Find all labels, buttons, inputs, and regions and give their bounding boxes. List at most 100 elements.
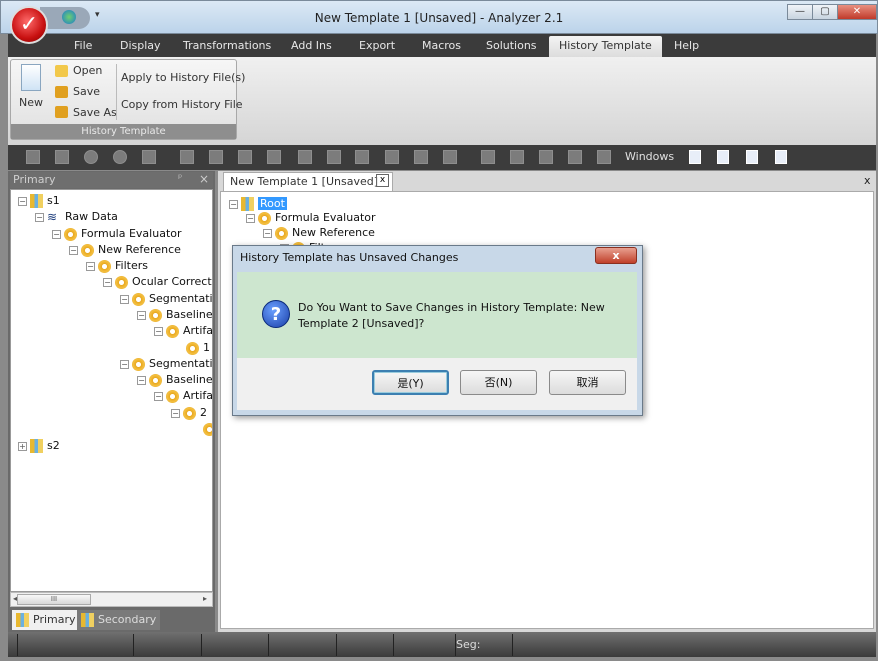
menu-file[interactable]: File: [74, 39, 92, 52]
pin-icon[interactable]: ᵖ: [178, 173, 182, 184]
menu-add-ins[interactable]: Add Ins: [291, 39, 332, 52]
tab-primary[interactable]: Primary: [12, 610, 80, 630]
close-window-button[interactable]: ✕: [837, 4, 877, 20]
tree-node[interactable]: −Segmentation: [120, 356, 212, 372]
gear-icon: [275, 226, 288, 240]
apply-to-history-file-button[interactable]: Apply to History File(s): [121, 71, 245, 84]
yes-button[interactable]: 是(Y): [372, 370, 449, 395]
toolbar-tool-icon[interactable]: [443, 150, 457, 164]
toolbar-tool-icon[interactable]: [414, 150, 428, 164]
no-button[interactable]: 否(N): [460, 370, 537, 395]
panel-close-icon[interactable]: ×: [199, 172, 209, 186]
collapse-icon[interactable]: −: [137, 310, 146, 320]
collapse-icon[interactable]: −: [69, 245, 78, 255]
toolbar-tool-icon[interactable]: [539, 150, 553, 164]
tree-node[interactable]: − Formula Evaluator: [52, 226, 182, 242]
collapse-icon[interactable]: −: [52, 229, 61, 239]
collapse-icon[interactable]: −: [154, 391, 163, 401]
restore-button[interactable]: ▢: [812, 4, 838, 20]
toolbar-tool-icon[interactable]: [238, 150, 252, 164]
zoom-in-icon[interactable]: [84, 150, 98, 164]
collapse-icon[interactable]: −: [120, 359, 129, 369]
expand-icon[interactable]: +: [18, 441, 27, 451]
toolbar-tool-icon[interactable]: [510, 150, 524, 164]
toolbar-tool-icon[interactable]: [55, 150, 69, 164]
tree-node[interactable]: −Filters: [86, 258, 148, 274]
save-button[interactable]: Save: [73, 85, 100, 98]
toolbar-tool-icon[interactable]: [267, 150, 281, 164]
toolbar-tool-icon[interactable]: [481, 150, 495, 164]
tree-node[interactable]: −Artifact: [154, 323, 212, 339]
tree-node[interactable]: − Baseline: [137, 307, 212, 323]
new-button[interactable]: New: [19, 96, 43, 109]
menu-help[interactable]: Help: [674, 39, 699, 52]
toolbar-tool-icon[interactable]: [597, 150, 611, 164]
scroll-right-icon[interactable]: ▸: [203, 594, 207, 603]
gear-icon: [149, 373, 162, 387]
collapse-icon[interactable]: −: [154, 326, 163, 336]
toolbar-tool-icon[interactable]: [568, 150, 582, 164]
collapse-icon[interactable]: −: [86, 261, 95, 271]
cascade-windows-icon[interactable]: [717, 150, 729, 164]
collapse-icon[interactable]: −: [103, 277, 112, 287]
save-as-button[interactable]: Save As: [73, 106, 117, 119]
toolbar-tool-icon[interactable]: [26, 150, 40, 164]
new-document-icon[interactable]: [21, 64, 41, 91]
book-icon: [241, 197, 254, 211]
toolbar-tool-icon[interactable]: [385, 150, 399, 164]
menu-history-template[interactable]: History Template: [549, 36, 662, 57]
tree-node[interactable]: − New Reference: [263, 225, 375, 241]
collapse-icon[interactable]: −: [263, 228, 272, 238]
collapse-icon[interactable]: −: [137, 375, 146, 385]
tile-vertical-icon[interactable]: [775, 150, 787, 164]
tile-horizontal-icon[interactable]: [746, 150, 758, 164]
collapse-icon[interactable]: −: [18, 196, 27, 206]
new-window-icon[interactable]: [689, 150, 701, 164]
toolbar-tool-icon[interactable]: [180, 150, 194, 164]
tree-node[interactable]: −Artifact: [154, 388, 212, 404]
tree-node[interactable]: − Formula Evaluator: [246, 210, 376, 226]
copy-from-history-file-button[interactable]: Copy from History File: [121, 98, 243, 111]
toolbar-tool-icon[interactable]: [209, 150, 223, 164]
minimize-button[interactable]: —: [787, 4, 813, 20]
tree-node-s2[interactable]: + s2: [18, 438, 60, 454]
tree-node[interactable]: −Ocular Correction: [103, 274, 212, 290]
dialog-close-button[interactable]: x: [595, 247, 637, 264]
question-icon: ?: [262, 300, 290, 328]
arrow-up-icon[interactable]: [327, 150, 341, 164]
zoom-out-icon[interactable]: [113, 150, 127, 164]
app-menu-button[interactable]: ✓: [10, 6, 48, 44]
tree-node-s1[interactable]: − s1: [18, 193, 60, 209]
book-icon: [30, 194, 43, 208]
tab-new-template-1[interactable]: New Template 1 [Unsaved]: [223, 172, 393, 191]
collapse-icon[interactable]: −: [171, 408, 180, 418]
cancel-button[interactable]: 取消: [549, 370, 626, 395]
tree-node[interactable]: 1: [186, 340, 210, 356]
menu-macros[interactable]: Macros: [422, 39, 461, 52]
tree-node[interactable]: −2: [171, 405, 207, 421]
menu-transformations[interactable]: Transformations: [183, 39, 271, 52]
collapse-icon[interactable]: −: [35, 212, 44, 222]
tree-node[interactable]: − Baseline: [137, 372, 212, 388]
tab-secondary[interactable]: Secondary: [77, 610, 161, 630]
tree-node[interactable]: −Segmentation: [120, 291, 212, 307]
toolbar-tool-icon[interactable]: [142, 150, 156, 164]
tab-close-icon[interactable]: x: [376, 174, 389, 187]
raw-data-icon: ≋: [47, 210, 58, 224]
collapse-icon[interactable]: −: [246, 213, 255, 223]
menu-display[interactable]: Display: [120, 39, 161, 52]
arrow-down-icon[interactable]: [298, 150, 312, 164]
collapse-icon[interactable]: −: [229, 199, 238, 209]
tree-node[interactable]: − New Reference: [69, 242, 181, 258]
open-button[interactable]: Open: [73, 64, 102, 77]
scrollbar-thumb[interactable]: III: [17, 594, 91, 605]
toolbar-tool-icon[interactable]: [355, 150, 369, 164]
menu-solutions[interactable]: Solutions: [486, 39, 537, 52]
primary-tree: − s1 − ≋ Raw Data − Formula Evaluator − New R…: [10, 189, 213, 592]
tree-node[interactable]: [203, 421, 212, 437]
close-document-icon[interactable]: x: [864, 174, 871, 187]
collapse-icon[interactable]: −: [120, 294, 129, 304]
menu-export[interactable]: Export: [359, 39, 395, 52]
tree-node[interactable]: − ≋ Raw Data: [35, 209, 118, 225]
save-as-icon: [55, 106, 68, 118]
